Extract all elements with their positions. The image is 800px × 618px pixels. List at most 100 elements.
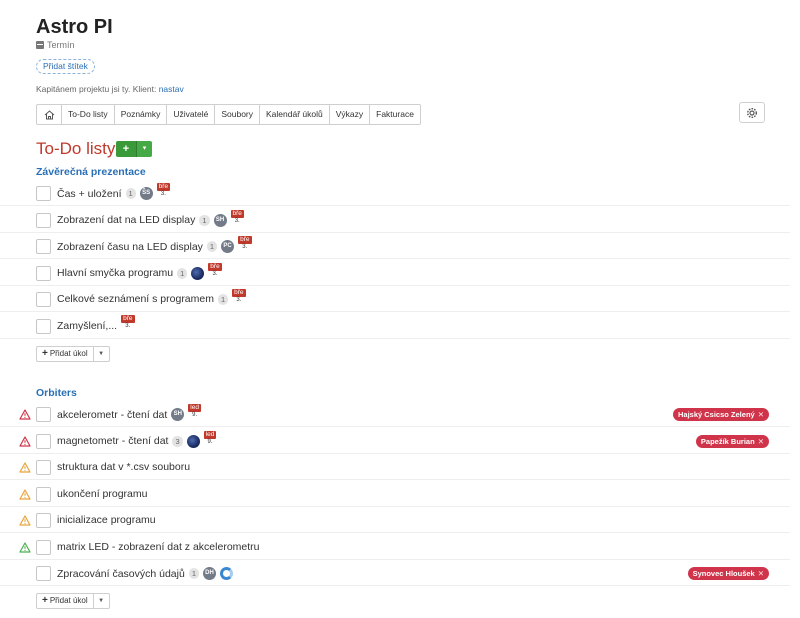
due-day: 3. [236, 296, 242, 303]
task-body: inicializace programu [57, 514, 156, 526]
task-name[interactable]: matrix LED - zobrazení dat z akceleromet… [57, 541, 260, 553]
add-task-dropdown[interactable]: ▼ [92, 347, 109, 361]
warning-triangle-icon [19, 488, 31, 500]
task-checkbox[interactable] [36, 265, 51, 281]
task-name[interactable]: Hlavní smyčka programu [57, 267, 173, 279]
due-month: led [203, 430, 217, 439]
remove-assignee-icon[interactable]: ✕ [758, 569, 764, 578]
warning-triangle-icon [19, 541, 31, 553]
project-tabs: To-Do listy Poznámky Uživatelé Soubory K… [36, 104, 421, 125]
task-body: Hlavní smyčka programu 1 bře 3. [57, 262, 222, 280]
due-month: bře [232, 288, 246, 297]
assignee-tag[interactable]: Papežík Burian ✕ [695, 434, 769, 448]
assignee-tag[interactable]: Hajský Csicso Zelený ✕ [672, 408, 769, 421]
progress-ring-icon [220, 567, 233, 580]
task-name[interactable]: Zobrazení dat na LED display [57, 214, 195, 226]
task-checkbox[interactable] [36, 539, 51, 555]
task-checkbox[interactable] [36, 186, 51, 201]
task-row[interactable]: struktura dat v *.csv souboru [0, 456, 790, 480]
add-task-button[interactable]: + Přidat úkol [37, 594, 93, 608]
task-row[interactable]: Zobrazení času na LED display 1 PC bře 3. [0, 235, 790, 259]
task-name[interactable]: ukončení programu [57, 488, 147, 500]
tab-users[interactable]: Uživatelé [166, 105, 214, 124]
task-checkbox[interactable] [36, 407, 51, 422]
task-name[interactable]: Čas + uložení [57, 188, 122, 200]
task-row[interactable]: akcelerometr - čtení dat SH led 9. Hajský Cs… [0, 403, 790, 427]
task-row[interactable]: ukončení programu [0, 483, 790, 507]
tab-home[interactable] [37, 105, 61, 124]
tab-notes[interactable]: Poznámky [113, 105, 167, 124]
task-checkbox[interactable] [36, 433, 51, 449]
warning-triangle-icon [19, 515, 31, 526]
captain-info: Kapitánem projektu jsi ty. Klient: nasta… [36, 84, 184, 94]
task-name[interactable]: struktura dat v *.csv souboru [57, 461, 190, 473]
term-row[interactable]: Termín [36, 40, 75, 50]
task-body: akcelerometr - čtení dat SH led 9. [57, 404, 201, 421]
tab-reports[interactable]: Výkazy [328, 105, 369, 124]
task-row[interactable]: Zobrazení dat na LED display 1 SH bře 3. [0, 209, 790, 233]
warning-triangle-icon [19, 435, 31, 447]
avatar: DH [203, 567, 216, 580]
task-row[interactable]: inicializace programu [0, 509, 790, 533]
list-title[interactable]: Orbiters [36, 387, 77, 399]
task-body: Zobrazení času na LED display 1 PC bře 3. [57, 236, 252, 253]
assignee-name: Synovec Hloušek [692, 569, 755, 578]
assignee-tag[interactable]: Synovec Hloušek ✕ [687, 567, 769, 580]
tab-invoicing[interactable]: Fakturace [369, 105, 420, 124]
task-row[interactable]: Zamyšlení,... bře 3. [0, 315, 790, 339]
task-checkbox[interactable] [36, 318, 51, 334]
add-tag-button[interactable]: Přidat štítek [36, 59, 95, 74]
section-title: To-Do listy [36, 139, 116, 158]
task-name[interactable]: Celkové seznámení s programem [57, 293, 214, 305]
task-name[interactable]: Zpracování časových údajů [57, 568, 185, 580]
task-checkbox[interactable] [36, 486, 51, 502]
task-checkbox[interactable] [36, 292, 51, 307]
avatar: PC [221, 240, 235, 253]
due-day: 3. [212, 270, 218, 277]
due-day: 3. [242, 244, 248, 250]
due-date-badge: led 9. [203, 430, 217, 446]
task-row[interactable]: Zpracování časových údajů 1 DH Synovec Hlou… [0, 562, 790, 586]
task-checkbox[interactable] [36, 239, 51, 254]
client-link[interactable]: nastav [159, 84, 184, 94]
add-task-button-group: + Přidat úkol ▼ [36, 593, 110, 609]
home-icon [44, 109, 54, 119]
add-list-dropdown[interactable]: ▾ [136, 141, 152, 157]
task-name[interactable]: Zamyšlení,... [57, 320, 117, 332]
remove-assignee-icon[interactable]: ✕ [758, 410, 764, 419]
task-checkbox[interactable] [36, 460, 51, 475]
task-checkbox[interactable] [36, 566, 51, 581]
tab-files[interactable]: Soubory [214, 105, 259, 124]
list-title[interactable]: Závěrečná prezentace [36, 166, 146, 178]
task-row[interactable]: Celkové seznámení s programem 1 bře 3. [0, 288, 790, 312]
task-name[interactable]: akcelerometr - čtení dat [57, 409, 167, 421]
task-row[interactable]: magnetometr - čtení dat 3 led 9. Papežík Bur… [0, 430, 790, 454]
due-date-badge: bře 3. [208, 262, 222, 278]
task-row[interactable]: Čas + uložení 1 ŠS bře 3. [0, 182, 790, 206]
due-month: bře [208, 262, 222, 271]
remove-assignee-icon[interactable]: ✕ [758, 437, 764, 446]
settings-button[interactable] [739, 102, 765, 123]
due-day: 3. [160, 191, 166, 197]
task-name[interactable]: inicializace programu [57, 514, 156, 526]
task-body: Zamyšlení,... bře 3. [57, 315, 135, 332]
captain-text: Kapitánem projektu jsi ty. Klient: [36, 84, 159, 94]
task-checkbox[interactable] [36, 513, 51, 528]
due-date-badge: bře 3. [121, 315, 135, 330]
calendar-icon [36, 41, 44, 49]
tab-todo-lists[interactable]: To-Do listy [61, 105, 114, 124]
due-month: bře [156, 183, 171, 191]
add-task-dropdown[interactable]: ▼ [92, 594, 109, 608]
task-name[interactable]: Zobrazení času na LED display [57, 241, 203, 253]
task-row[interactable]: Hlavní smyčka programu 1 bře 3. [0, 262, 790, 286]
comment-count: 1 [177, 267, 188, 279]
add-list-button[interactable]: + [116, 141, 136, 157]
tab-task-calendar[interactable]: Kalendář úkolů [259, 105, 329, 124]
task-row[interactable]: matrix LED - zobrazení dat z akceleromet… [0, 536, 790, 560]
task-body: matrix LED - zobrazení dat z akceleromet… [57, 541, 260, 553]
due-month: bře [238, 236, 252, 244]
task-name[interactable]: magnetometr - čtení dat [57, 435, 168, 447]
comment-count: 1 [217, 293, 229, 305]
task-checkbox[interactable] [36, 212, 51, 228]
add-task-button[interactable]: + Přidat úkol [37, 347, 93, 361]
